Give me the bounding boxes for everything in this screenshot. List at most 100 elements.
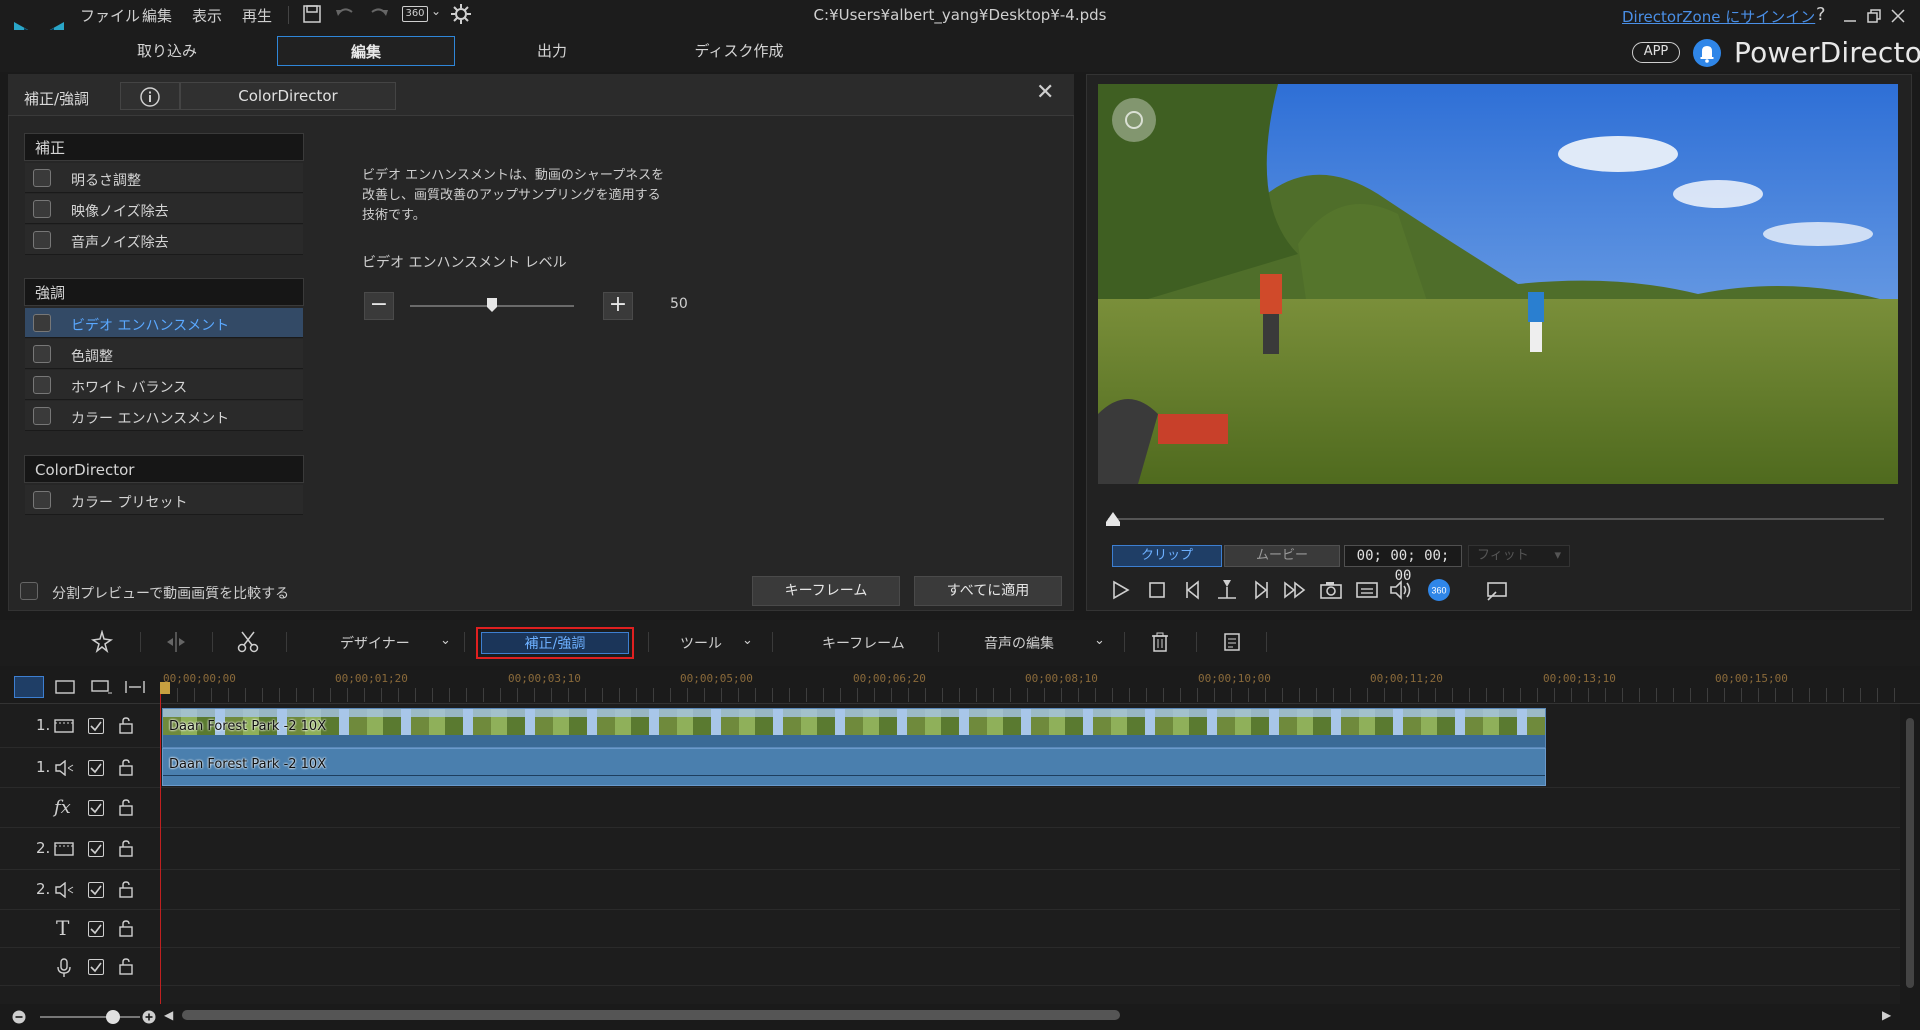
scissors-icon[interactable] [236,630,260,654]
track-enable-checkbox[interactable] [88,800,104,816]
magic-tools-icon[interactable] [90,630,114,654]
play-icon[interactable] [1108,578,1134,602]
delete-trash-icon[interactable] [1148,630,1172,654]
track-enable-checkbox[interactable] [88,841,104,857]
storyboard-view-icon[interactable] [54,678,76,696]
preview-tab-clip[interactable]: クリップ [1112,545,1222,567]
split-clip-icon[interactable] [164,630,188,654]
info-button[interactable] [120,82,180,110]
timeline-vertical-scrollbar[interactable] [1900,704,1920,1004]
audio-clip[interactable]: Daan Forest Park -2 10X [162,748,1546,786]
chevron-down-icon[interactable]: ⌄ [742,633,753,648]
timecode-display[interactable]: 00; 00; 00; 00 [1344,545,1462,584]
track-lock-icon[interactable] [118,758,134,776]
track-lock-icon[interactable] [118,798,134,816]
tab-disc-creation[interactable]: ディスク作成 [650,36,828,66]
scrubber-handle[interactable] [1106,512,1120,526]
zoom-slider-thumb[interactable] [106,1010,120,1024]
playhead[interactable] [160,690,161,1014]
track-lock-icon[interactable] [118,919,134,937]
track-enable-checkbox[interactable] [88,760,104,776]
apply-all-button[interactable]: すべてに適用 [914,576,1062,606]
zoom-in-icon[interactable] [142,1010,156,1024]
keyframe-button[interactable]: キーフレーム [752,576,900,606]
app-badge[interactable]: APP [1632,42,1680,63]
zoom-out-icon[interactable] [12,1010,26,1024]
minimize-icon[interactable] [1842,8,1858,24]
video-preview[interactable] [1098,84,1898,484]
checkbox[interactable] [33,314,51,332]
track-lock-icon[interactable] [118,957,134,975]
option-white-balance[interactable]: ホワイト バランス [25,370,303,400]
vertical-scroll-thumb[interactable] [1906,718,1914,988]
directorzone-signin-link[interactable]: DirectorZone にサインイン [1622,6,1815,27]
track-enable-checkbox[interactable] [88,718,104,734]
help-icon[interactable]: ? [1816,4,1826,25]
track-enable-checkbox[interactable] [88,959,104,975]
checkbox[interactable] [33,169,51,187]
split-marker-icon[interactable] [1214,578,1240,602]
ruler-tick-label: 00;00;06;20 [853,672,926,685]
undock-preview-icon[interactable] [1484,578,1510,602]
scroll-left-icon[interactable]: ◀ [164,1008,173,1022]
preview-tab-movie[interactable]: ムービー [1224,545,1340,567]
tab-produce[interactable]: 出力 [463,36,641,66]
volume-icon[interactable] [1388,578,1414,602]
tools-menu[interactable]: ツール [680,633,722,653]
chevron-down-icon[interactable]: ⌄ [440,633,451,648]
option-color-preset[interactable]: カラー プリセット [25,485,303,515]
audio-edit-menu[interactable]: 音声の編集 [984,633,1054,653]
split-preview-checkbox[interactable] [20,582,38,600]
track-lock-icon[interactable] [118,716,134,734]
checkbox[interactable] [33,345,51,363]
option-video-denoise[interactable]: 映像ノイズ除去 [25,194,303,224]
snapshot-camera-icon[interactable] [1318,578,1344,602]
option-color-enhancement[interactable]: カラー エンハンスメント [25,401,303,431]
fix-enhance-button[interactable]: 補正/強調 [476,627,634,659]
track-lock-icon[interactable] [118,839,134,857]
restore-icon[interactable] [1866,8,1882,24]
track-lock-icon[interactable] [118,880,134,898]
tab-capture[interactable]: 取り込み [78,36,256,66]
designer-menu[interactable]: デザイナー [340,633,410,653]
keyframe-menu[interactable]: キーフレーム [822,633,905,653]
zoom-fit-select[interactable]: フィット ▾ [1468,545,1570,567]
fast-forward-icon[interactable] [1282,578,1308,602]
view-360-icon[interactable]: 360 [1426,578,1452,602]
option-brightness[interactable]: 明るさ調整 [25,163,303,193]
close-panel-icon[interactable]: ✕ [1036,80,1054,105]
level-decrease-button[interactable]: − [364,292,394,320]
track-enable-checkbox[interactable] [88,921,104,937]
track-manager-icon[interactable] [90,678,112,696]
stop-icon[interactable] [1144,578,1170,602]
previous-frame-icon[interactable] [1180,578,1206,602]
notification-bell-icon[interactable] [1692,38,1722,68]
preview-scrubber[interactable] [1108,518,1884,520]
checkbox[interactable] [33,200,51,218]
checkbox[interactable] [33,407,51,425]
zoom-slider[interactable] [40,1016,140,1018]
brand-name: PowerDirector [1734,36,1920,69]
option-video-enhancement[interactable]: ビデオ エンハンスメント [25,308,303,338]
next-frame-icon[interactable] [1248,578,1274,602]
chevron-down-icon[interactable]: ⌄ [1094,633,1105,648]
checkbox[interactable] [33,491,51,509]
track-enable-checkbox[interactable] [88,882,104,898]
video-clip[interactable]: Daan Forest Park -2 10X [162,708,1546,748]
subtitles-icon[interactable] [1354,578,1380,602]
colordirector-tab[interactable]: ColorDirector [180,82,396,110]
option-color-adjust[interactable]: 色調整 [25,339,303,369]
playhead-handle[interactable] [160,682,170,694]
checkbox[interactable] [33,376,51,394]
checkbox[interactable] [33,231,51,249]
timeline-view-button[interactable] [14,676,44,698]
more-features-icon[interactable] [1220,630,1244,654]
level-increase-button[interactable]: + [603,292,633,320]
option-audio-denoise[interactable]: 音声ノイズ除去 [25,225,303,255]
fit-timeline-icon[interactable] [124,678,146,696]
horizontal-scroll-thumb[interactable] [182,1010,1120,1020]
slider-thumb[interactable] [487,298,497,312]
scroll-right-icon[interactable]: ▶ [1882,1008,1891,1022]
close-window-icon[interactable] [1890,8,1906,24]
tab-edit[interactable]: 編集 [277,36,455,66]
